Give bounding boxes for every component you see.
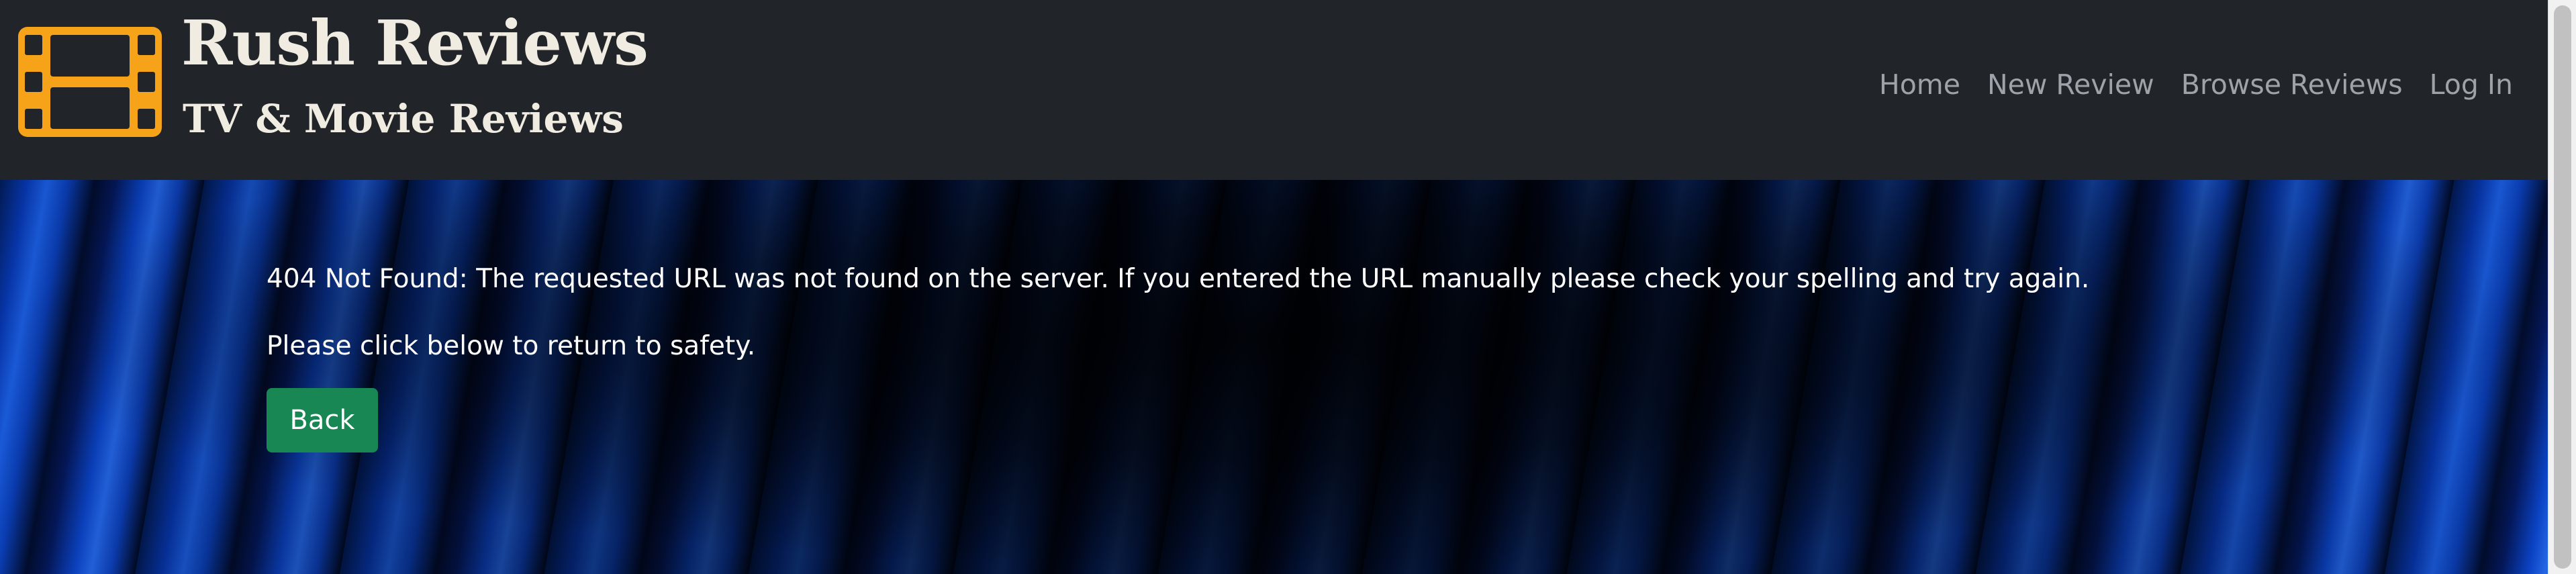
back-button[interactable]: Back [267,388,378,452]
site-subtitle: TV & Movie Reviews [183,96,624,142]
scrollbar-thumb[interactable] [2554,5,2571,569]
navbar: Rush Reviews TV & Movie Reviews Home New… [0,0,2548,180]
error-content: 404 Not Found: The requested URL was not… [267,260,2089,452]
main-nav: Home New Review Browse Reviews Log In [1866,66,2513,103]
error-message: 404 Not Found: The requested URL was not… [267,264,2090,294]
page: Rush Reviews TV & Movie Reviews Home New… [0,0,2576,574]
nav-link-new-review[interactable]: New Review [1974,66,2168,103]
nav-link-log-in[interactable]: Log In [2416,66,2513,103]
nav-link-browse-reviews[interactable]: Browse Reviews [2168,66,2416,103]
return-instruction: Please click below to return to safety. [267,331,756,361]
site-title[interactable]: Rush Reviews [181,12,649,74]
film-strip-icon [18,27,162,137]
nav-link-home[interactable]: Home [1866,66,1974,103]
page-scrollbar[interactable] [2548,0,2576,574]
